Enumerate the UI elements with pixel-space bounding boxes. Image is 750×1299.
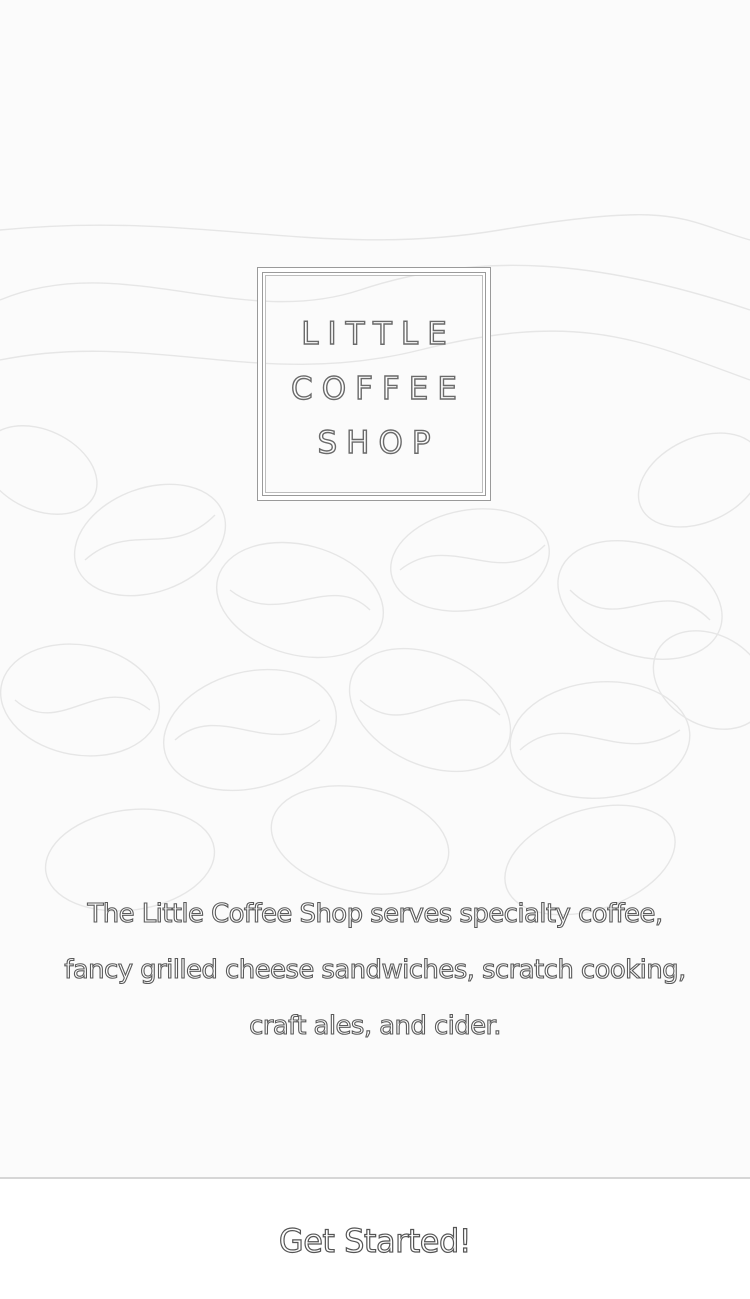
logo-line-coffee: COFFEE [290,370,466,407]
tagline: The Little Coffee Shop serves specialty … [64,898,687,1041]
logo: LITTLE COFFEE SHOP [257,267,491,501]
footer-bar: Get Started! [0,1179,750,1299]
logo-line-little: LITTLE [300,315,456,352]
welcome-screen: LITTLE COFFEE SHOP The Little Coffee Sho… [0,0,750,1299]
get-started-button[interactable]: Get Started! [225,1209,525,1273]
logo-line-shop: SHOP [317,424,440,461]
